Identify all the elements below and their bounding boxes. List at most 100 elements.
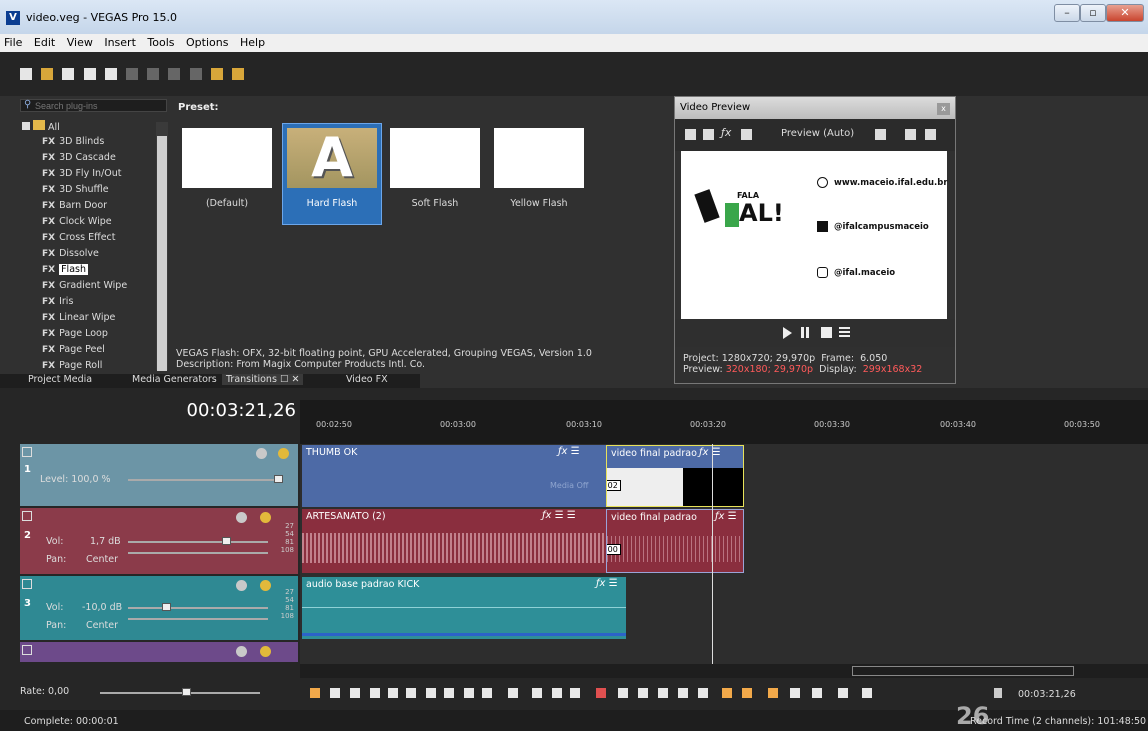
solo-icon[interactable] bbox=[260, 580, 271, 591]
tree-item-iris[interactable]: FX Iris bbox=[42, 296, 73, 312]
tree-item-flash[interactable]: FX Flash bbox=[42, 264, 88, 280]
clip-fx-icon[interactable]: ƒx ☰ bbox=[715, 511, 737, 522]
tree-item-linear-wipe[interactable]: FX Linear Wipe bbox=[42, 312, 115, 328]
menu-tools[interactable]: Tools bbox=[143, 34, 178, 49]
loop-icon[interactable] bbox=[330, 688, 340, 698]
prev-frame-icon[interactable] bbox=[464, 688, 474, 698]
scroll-thumb[interactable] bbox=[852, 666, 1074, 676]
track-header-audio-2[interactable]: 2 Vol: 1,7 dB Pan: Center 27 54 81 108 bbox=[20, 508, 298, 574]
solo-icon[interactable] bbox=[260, 512, 271, 523]
maximize-button[interactable]: ▫ bbox=[1080, 4, 1106, 22]
cursor-timecode[interactable]: 00:03:21,26 bbox=[20, 400, 296, 421]
split-icon[interactable] bbox=[638, 688, 648, 698]
preset-default[interactable]: (Default) bbox=[182, 128, 272, 209]
gear-icon[interactable] bbox=[685, 129, 696, 140]
delete-icon[interactable] bbox=[596, 688, 606, 698]
tree-item-cross-effect[interactable]: FX Cross Effect bbox=[42, 232, 116, 248]
mute-icon[interactable] bbox=[236, 512, 247, 523]
clip-thumb-ok[interactable]: THUMB OK ƒx ☰ Media Off bbox=[302, 445, 606, 507]
preview-close-button[interactable]: x bbox=[937, 103, 950, 115]
snapping-icon[interactable] bbox=[532, 688, 542, 698]
save-snapshot-icon[interactable] bbox=[925, 129, 936, 140]
split-screen-icon[interactable] bbox=[741, 129, 752, 140]
trim-start-icon[interactable] bbox=[658, 688, 668, 698]
tree-item-3d-blinds[interactable]: FX 3D Blinds bbox=[42, 136, 104, 152]
rate-slider[interactable] bbox=[100, 692, 260, 694]
collapse-icon[interactable] bbox=[22, 122, 30, 130]
play-icon[interactable] bbox=[783, 327, 792, 339]
track-header-video[interactable]: 1 Level: 100,0 % bbox=[20, 444, 298, 506]
preset-hard-flash[interactable]: A Hard Flash bbox=[282, 123, 382, 225]
mute-icon[interactable] bbox=[256, 448, 267, 459]
copy-icon[interactable] bbox=[147, 68, 160, 80]
help-icon[interactable] bbox=[231, 68, 244, 80]
go-to-start-icon[interactable] bbox=[426, 688, 436, 698]
tree-item-dissolve[interactable]: FX Dissolve bbox=[42, 248, 99, 264]
volume-slider-knob[interactable] bbox=[222, 537, 231, 545]
selection-icon[interactable] bbox=[838, 688, 848, 698]
pause-icon[interactable] bbox=[801, 327, 804, 338]
stop-icon[interactable] bbox=[821, 327, 832, 338]
tree-item-3d-fly-in-out[interactable]: FX 3D Fly In/Out bbox=[42, 168, 121, 184]
trim-icon[interactable] bbox=[618, 688, 628, 698]
whats-this-icon[interactable] bbox=[210, 68, 223, 80]
new-file-icon[interactable] bbox=[20, 68, 32, 80]
solo-icon[interactable] bbox=[278, 448, 289, 459]
stop-icon[interactable] bbox=[406, 688, 416, 698]
gear-icon[interactable] bbox=[104, 68, 117, 80]
render-icon[interactable] bbox=[83, 68, 96, 80]
playhead[interactable] bbox=[712, 444, 713, 664]
clip-fx-icon[interactable]: ƒx ☰ bbox=[699, 447, 721, 458]
level-slider-knob[interactable] bbox=[274, 475, 283, 483]
cut-icon[interactable] bbox=[125, 68, 138, 80]
menu-edit[interactable]: Edit bbox=[30, 34, 59, 49]
copy-snapshot-icon[interactable] bbox=[905, 129, 916, 140]
tree-scroll-thumb[interactable] bbox=[157, 136, 167, 371]
undo-icon[interactable] bbox=[168, 68, 181, 80]
tree-item-gradient-wipe[interactable]: FX Gradient Wipe bbox=[42, 280, 127, 296]
solo-icon[interactable] bbox=[260, 646, 271, 657]
menu-insert[interactable]: Insert bbox=[100, 34, 140, 49]
crossfade-icon[interactable] bbox=[790, 688, 800, 698]
pan-slider[interactable] bbox=[128, 618, 268, 620]
clip-fx-icon[interactable]: ƒx ☰ ☰ bbox=[542, 510, 576, 521]
open-folder-icon[interactable] bbox=[41, 68, 54, 80]
trim-end-icon[interactable] bbox=[678, 688, 688, 698]
level-slider[interactable] bbox=[128, 479, 280, 481]
track-header-audio-3[interactable]: 3 Vol: -10,0 dB Pan: Center 27 54 81 108 bbox=[20, 576, 298, 640]
tab-transitions[interactable]: Transitions ☐ ✕ bbox=[222, 374, 304, 385]
grid-icon[interactable] bbox=[875, 129, 886, 140]
tree-item-page-roll[interactable]: FX Page Roll bbox=[42, 360, 102, 374]
tree-item-clock-wipe[interactable]: FX Clock Wipe bbox=[42, 216, 112, 232]
volume-slider[interactable] bbox=[128, 541, 268, 543]
mute-icon[interactable] bbox=[236, 646, 247, 657]
tab-video-fx[interactable]: Video FX bbox=[346, 374, 388, 385]
clip-video-final-audio[interactable]: video final padrao ƒx ☰ 0.00 bbox=[606, 509, 744, 573]
track-menu-icon[interactable] bbox=[22, 645, 32, 655]
menu-view[interactable]: View bbox=[63, 34, 97, 49]
clip-audio-base-kick[interactable]: audio base padrao KICK ƒx ☰ bbox=[302, 577, 626, 639]
tab-project-media[interactable]: Project Media bbox=[28, 374, 92, 385]
menu-options[interactable]: Options bbox=[182, 34, 232, 49]
clip-fx-icon[interactable]: ƒx ☰ bbox=[558, 446, 580, 457]
volume-slider-knob[interactable] bbox=[162, 603, 171, 611]
window-icon[interactable]: ☐ bbox=[280, 374, 289, 385]
search-plugins-input[interactable] bbox=[20, 99, 167, 112]
event-pan-icon[interactable] bbox=[812, 688, 822, 698]
tree-item-page-loop[interactable]: FX Page Loop bbox=[42, 328, 108, 344]
preset-yellow-flash[interactable]: Yellow Flash bbox=[494, 128, 584, 209]
time-ruler[interactable]: 00:02:50 00:03:00 00:03:10 00:03:20 00:0… bbox=[300, 400, 1148, 445]
zoom-icon[interactable] bbox=[862, 688, 872, 698]
fx-icon[interactable]: ƒx bbox=[721, 126, 732, 139]
pan-slider[interactable] bbox=[128, 552, 268, 554]
preview-quality-dropdown[interactable]: Preview (Auto) bbox=[781, 128, 854, 139]
save-icon[interactable] bbox=[62, 68, 75, 80]
auto-ripple-icon[interactable] bbox=[552, 688, 562, 698]
play-from-start-icon[interactable] bbox=[350, 688, 360, 698]
mute-icon[interactable] bbox=[236, 580, 247, 591]
close-button[interactable]: ✕ bbox=[1106, 4, 1144, 22]
track-menu-icon[interactable] bbox=[22, 447, 32, 457]
tree-item-3d-shuffle[interactable]: FX 3D Shuffle bbox=[42, 184, 109, 200]
volume-slider[interactable] bbox=[128, 607, 268, 609]
timeline-scrollbar[interactable] bbox=[300, 664, 1148, 678]
